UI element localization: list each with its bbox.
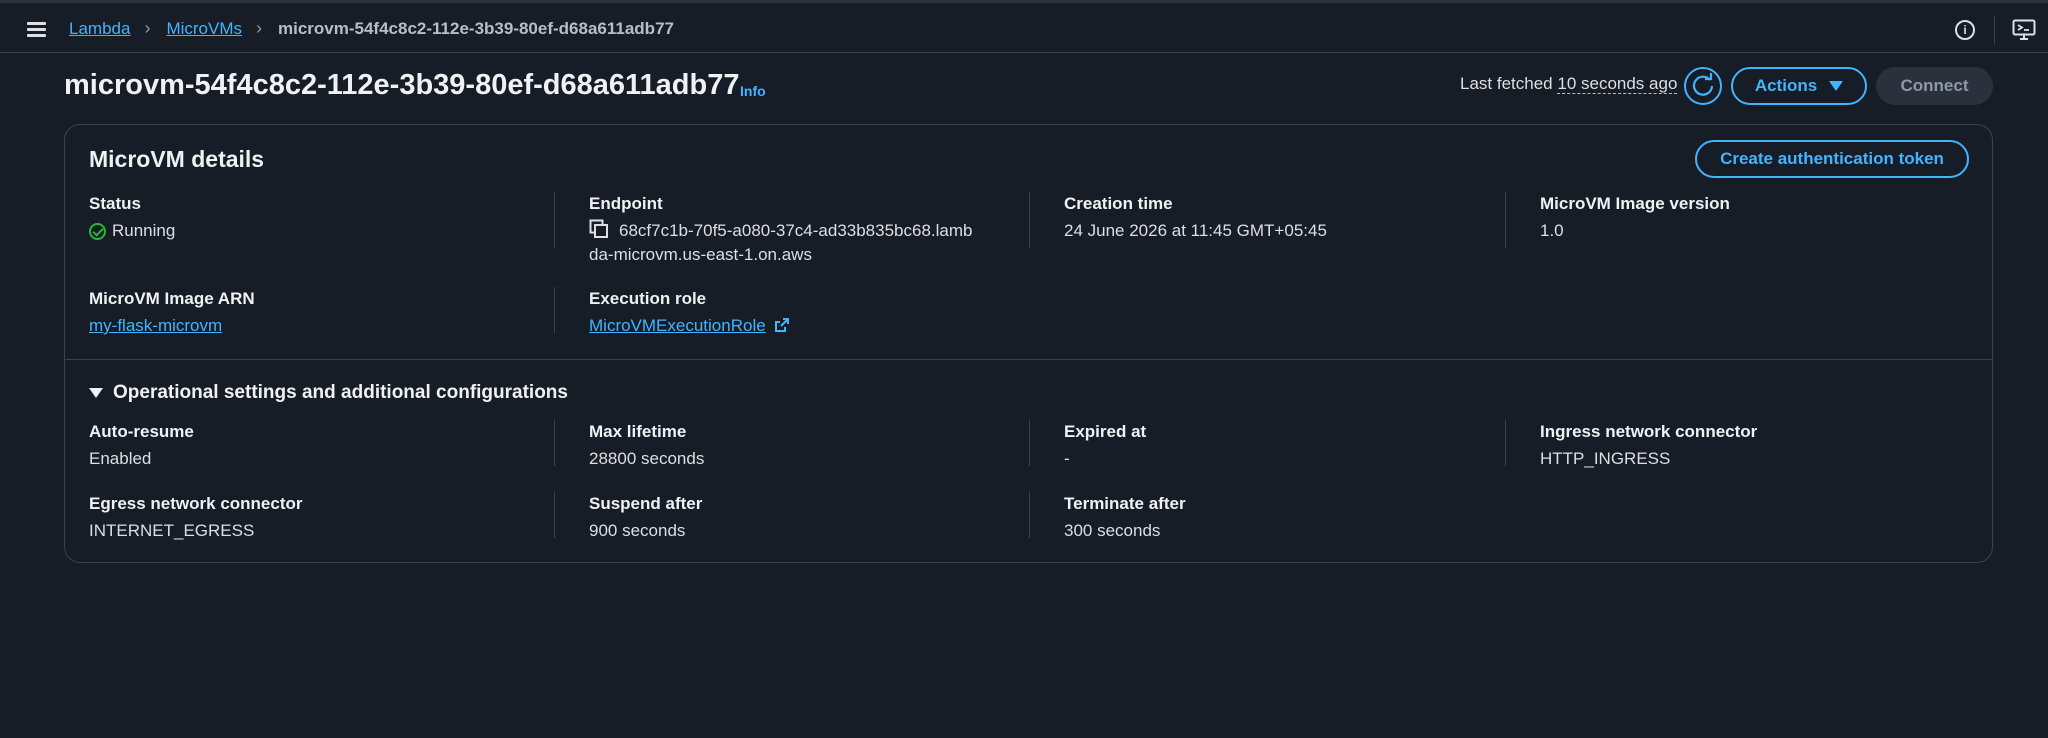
divider <box>1505 192 1506 248</box>
endpoint-value-line1: 68cf7c1b-70f5-a080-37c4-ad33b835bc68.lam… <box>619 221 973 240</box>
page-title: microvm-54f4c8c2-112e-3b39-80ef-d68a611a… <box>64 69 740 101</box>
image-version-value: 1.0 <box>1540 221 1564 240</box>
monitor-icon[interactable] <box>2012 19 2036 41</box>
panel-title: MicroVM details <box>89 146 265 172</box>
menu-icon[interactable] <box>24 19 50 41</box>
expired-at-field: Expired at - <box>1064 422 1146 471</box>
creation-time-value: 24 June 2026 at 11:45 GMT+05:45 <box>1064 221 1327 240</box>
image-version-label: MicroVM Image version <box>1540 194 1730 213</box>
refresh-button[interactable] <box>1684 67 1722 105</box>
divider <box>1029 192 1030 248</box>
creation-time-label: Creation time <box>1064 194 1173 213</box>
triangle-down-icon <box>89 388 103 398</box>
egress-connector-value: INTERNET_EGRESS <box>89 521 255 540</box>
expired-at-label: Expired at <box>1064 422 1147 441</box>
breadcrumb-lambda[interactable]: Lambda <box>69 19 130 39</box>
auto-resume-value: Enabled <box>89 449 152 468</box>
actions-label: Actions <box>1754 76 1818 95</box>
auto-resume-label: Auto-resume <box>89 422 194 441</box>
divider <box>1029 420 1030 466</box>
status-label: Status <box>89 194 141 213</box>
execution-role-label: Execution role <box>589 289 707 308</box>
suspend-after-field: Suspend after 900 seconds <box>589 494 702 543</box>
execution-role-field: Execution role MicroVMExecutionRole <box>589 289 790 338</box>
auto-resume-field: Auto-resume Enabled <box>89 422 194 471</box>
breadcrumb-current: microvm-54f4c8c2-112e-3b39-80ef-d68a611a… <box>278 18 674 38</box>
chevron-right-icon: › <box>144 18 151 38</box>
last-fetched-label: Last fetched <box>1460 74 1553 93</box>
last-fetched-value: 10 seconds ago <box>1557 74 1678 94</box>
image-arn-label: MicroVM Image ARN <box>89 289 255 308</box>
terminate-after-field: Terminate after 300 seconds <box>1064 494 1186 543</box>
execution-role-link[interactable]: MicroVMExecutionRole <box>589 316 766 335</box>
operational-settings-title: Operational settings and additional conf… <box>113 382 568 403</box>
expired-at-value: - <box>1064 449 1070 468</box>
caret-down-icon <box>1829 81 1844 91</box>
terminate-after-label: Terminate after <box>1064 494 1186 513</box>
info-icon[interactable]: i <box>1955 20 1975 40</box>
chevron-right-icon: › <box>256 18 262 38</box>
connect-button: Connect <box>1876 67 1993 105</box>
image-arn-link[interactable]: my-flask-microvm <box>89 314 255 338</box>
breadcrumb-microvms[interactable]: MicroVMs <box>166 19 242 39</box>
divider <box>1505 420 1506 466</box>
suspend-after-label: Suspend after <box>589 494 703 513</box>
external-link-icon[interactable] <box>774 317 790 333</box>
operational-settings-toggle[interactable]: Operational settings and additional conf… <box>89 382 568 404</box>
terminate-after-value: 300 seconds <box>1064 521 1161 540</box>
status-field: Status Running <box>89 194 175 243</box>
divider <box>554 492 555 538</box>
max-lifetime-field: Max lifetime 28800 seconds <box>589 422 704 471</box>
max-lifetime-value: 28800 seconds <box>589 449 705 468</box>
endpoint-value-line2: da-microvm.us-east-1.on.aws <box>589 245 812 264</box>
create-auth-token-button[interactable]: Create authentication token <box>1695 140 1969 178</box>
info-link[interactable]: Info <box>740 83 766 99</box>
image-arn-field: MicroVM Image ARN my-flask-microvm <box>89 289 255 338</box>
divider <box>554 192 555 248</box>
divider <box>554 287 555 333</box>
status-value: Running <box>112 221 176 240</box>
max-lifetime-label: Max lifetime <box>589 422 687 441</box>
image-version-field: MicroVM Image version 1.0 <box>1540 194 1730 243</box>
divider <box>1029 492 1030 538</box>
microvm-details-panel: MicroVM details Create authentication to… <box>64 124 1993 563</box>
ingress-connector-label: Ingress network connector <box>1540 422 1758 441</box>
last-fetched: Last fetched 10 seconds ago <box>1460 74 1678 94</box>
divider <box>554 420 555 466</box>
breadcrumb: Lambda › MicroVMs › microvm-54f4c8c2-112… <box>69 18 674 39</box>
divider <box>1994 16 1995 44</box>
endpoint-field: Endpoint 68cf7c1b-70f5-a080-37c4-ad33b83… <box>589 194 972 267</box>
creation-time-field: Creation time 24 June 2026 at 11:45 GMT+… <box>1064 194 1327 243</box>
top-navigation-bar: Lambda › MicroVMs › microvm-54f4c8c2-112… <box>0 0 2048 53</box>
endpoint-label: Endpoint <box>589 194 663 213</box>
refresh-icon <box>1692 73 1714 96</box>
suspend-after-value: 900 seconds <box>589 521 686 540</box>
copy-icon[interactable] <box>589 219 609 239</box>
check-circle-icon <box>89 222 106 240</box>
ingress-connector-value: HTTP_INGRESS <box>1540 449 1671 468</box>
egress-connector-field: Egress network connector INTERNET_EGRESS <box>89 494 303 543</box>
egress-connector-label: Egress network connector <box>89 494 303 513</box>
ingress-connector-field: Ingress network connector HTTP_INGRESS <box>1540 422 1757 471</box>
actions-button[interactable]: Actions <box>1731 67 1867 105</box>
section-divider <box>65 359 1992 360</box>
